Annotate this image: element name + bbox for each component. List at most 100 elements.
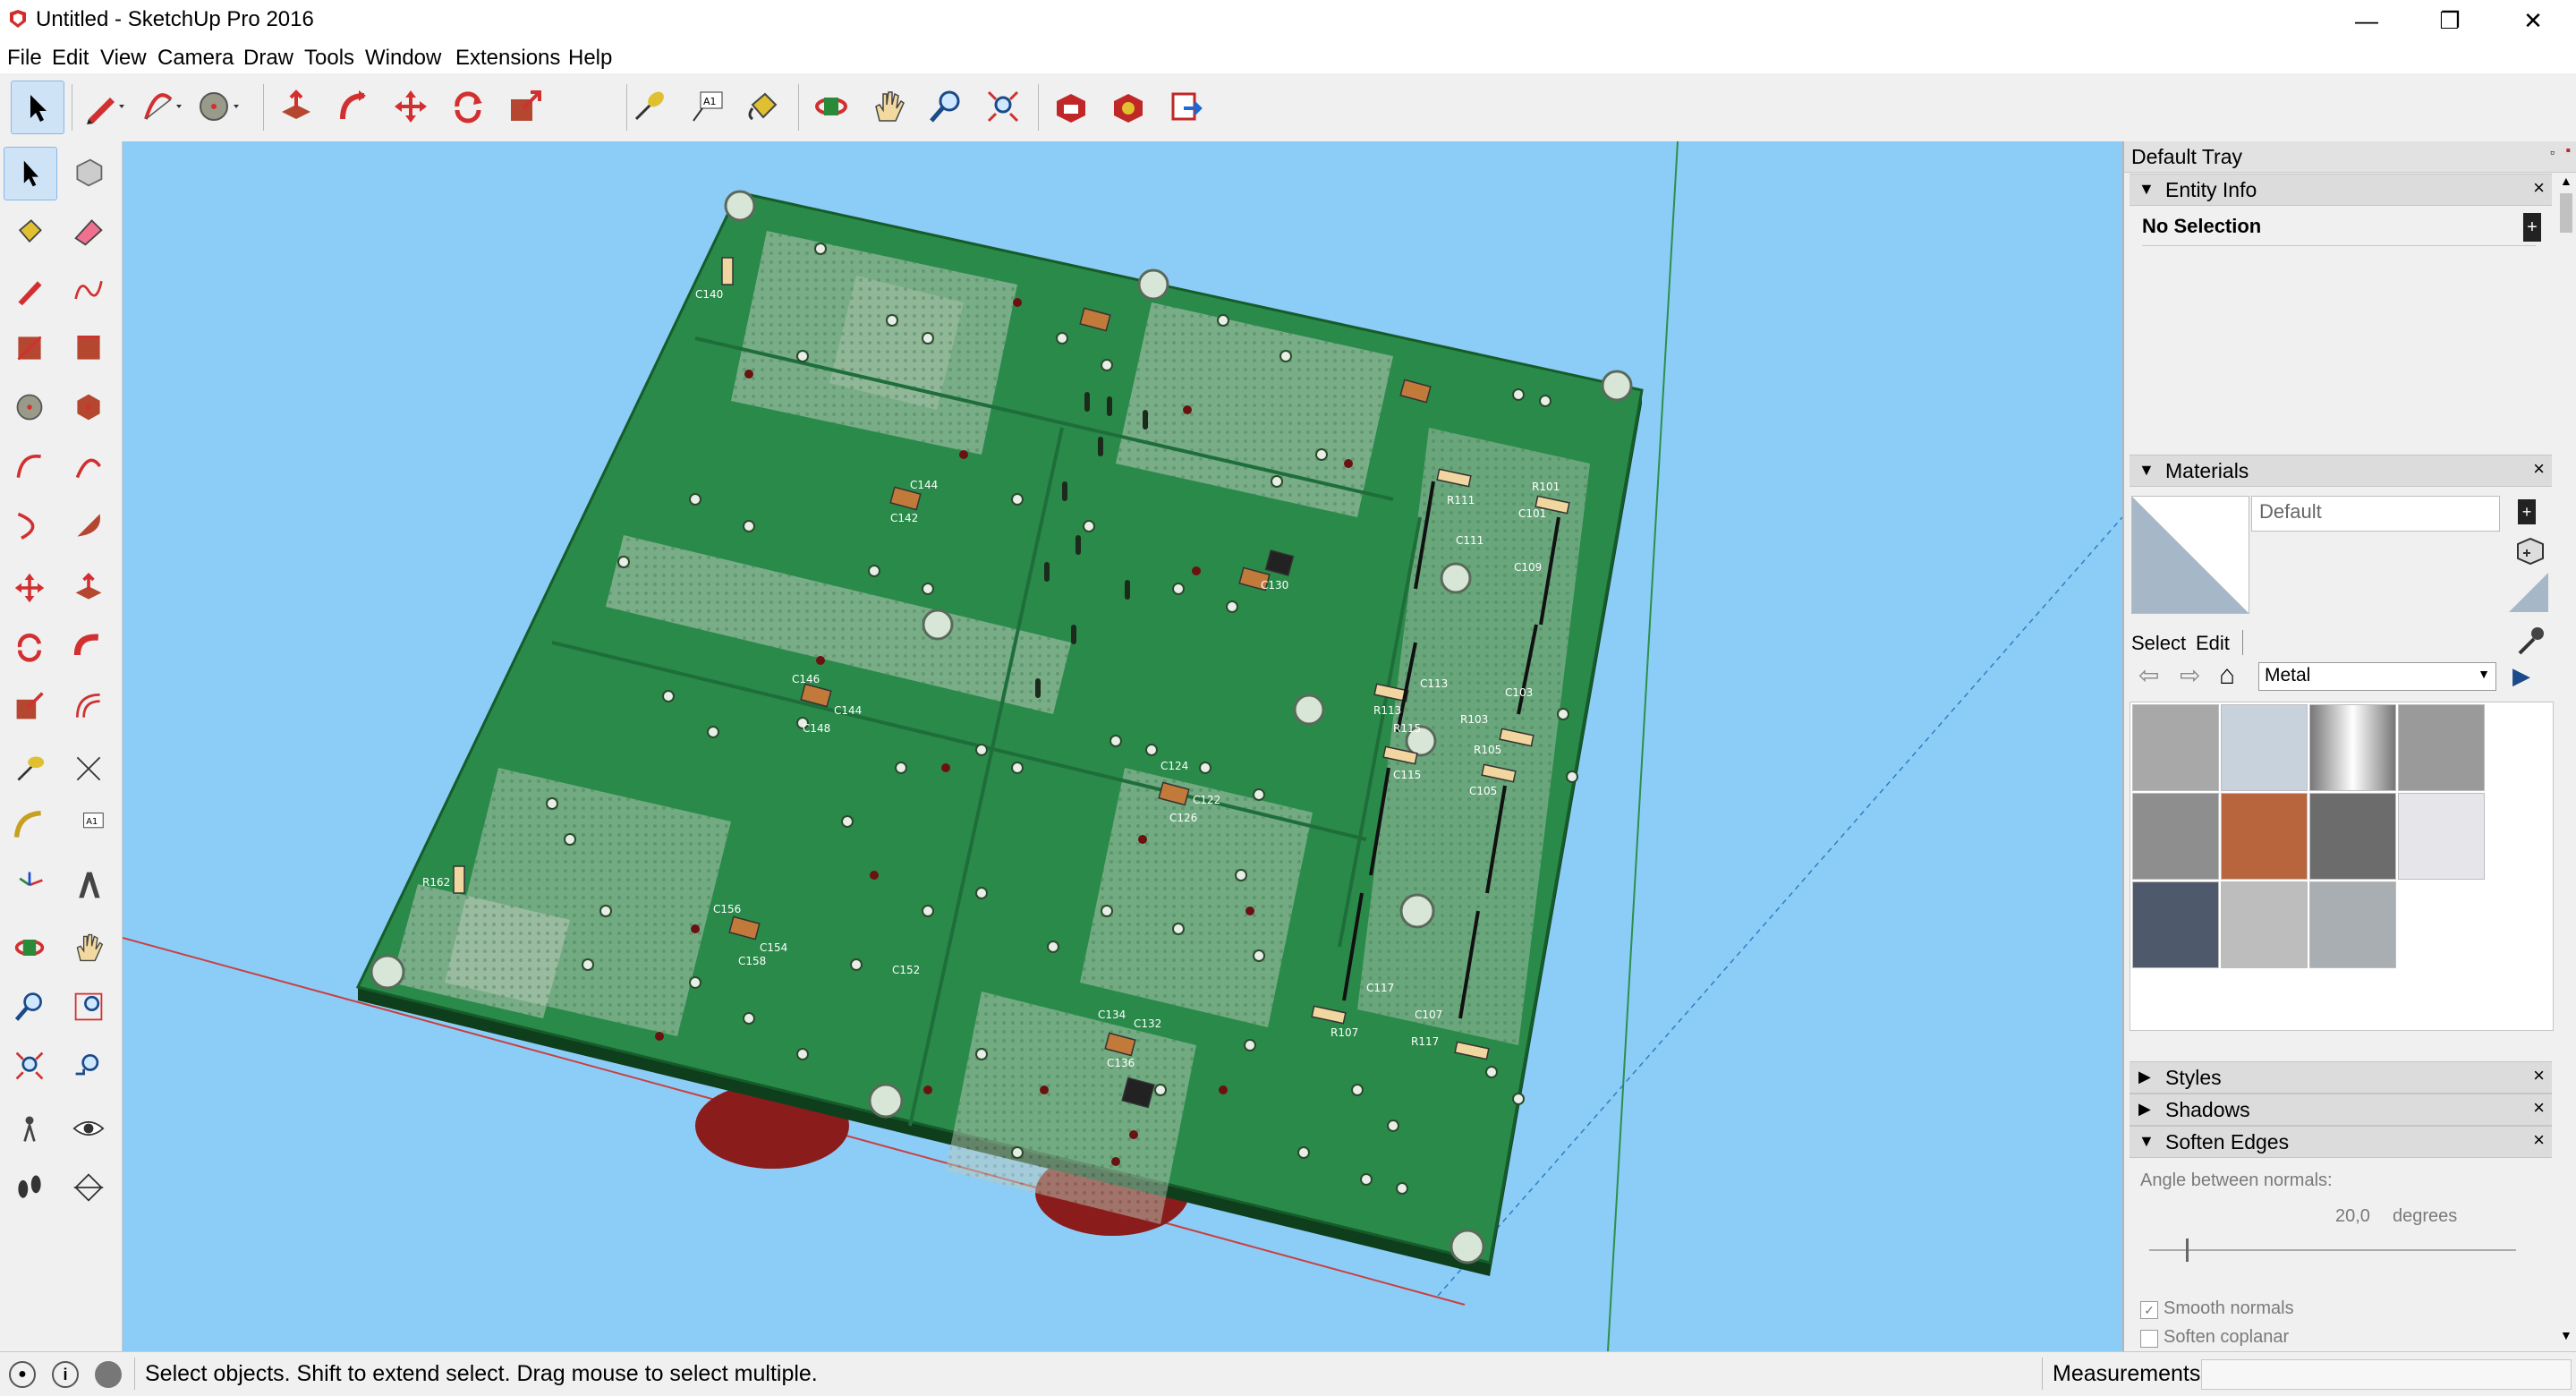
rotate-tool-button[interactable] — [442, 81, 494, 132]
left-rectangle-tool[interactable] — [4, 322, 55, 374]
left-tape-measure-tool[interactable] — [4, 743, 55, 795]
scrollbar-thumb[interactable] — [2560, 193, 2572, 233]
left-look-around-tool[interactable] — [63, 1102, 115, 1154]
material-library-select[interactable]: Metal ▼ — [2258, 662, 2496, 691]
left-offset-tool[interactable] — [63, 680, 115, 732]
material-swatch[interactable] — [2398, 793, 2485, 880]
material-swatch[interactable] — [2309, 793, 2396, 880]
materials-header[interactable]: ▼ Materials × — [2130, 455, 2552, 487]
close-icon[interactable]: × — [2533, 1064, 2545, 1087]
home-icon[interactable]: ⌂ — [2219, 660, 2235, 691]
material-swatch[interactable] — [2132, 704, 2219, 791]
details-arrow-icon[interactable]: ▶ — [2512, 662, 2530, 690]
left-line-tool[interactable] — [4, 265, 55, 317]
user-profile-icon[interactable] — [95, 1361, 122, 1388]
geo-location-icon[interactable]: ● — [9, 1361, 36, 1388]
menu-view[interactable]: View — [100, 46, 147, 71]
close-icon[interactable]: × — [2533, 457, 2545, 481]
left-move-tool[interactable] — [4, 562, 55, 614]
left-axes-tool[interactable] — [4, 859, 55, 911]
default-material-swatch-icon[interactable] — [2509, 573, 2548, 612]
follow-me-tool-button[interactable] — [327, 81, 379, 132]
left-orbit-tool[interactable] — [4, 922, 55, 974]
tray-pin-icon[interactable]: ▫ — [2550, 145, 2555, 159]
tray-close-icon[interactable]: ▪ — [2565, 143, 2571, 159]
close-icon[interactable]: × — [2533, 176, 2545, 200]
material-swatch[interactable] — [2221, 793, 2308, 880]
left-rotate-tool[interactable] — [4, 621, 55, 673]
left-component-tool[interactable] — [63, 147, 115, 199]
credits-info-icon[interactable]: i — [52, 1361, 79, 1388]
left-2point-arc-tool[interactable] — [63, 440, 115, 492]
left-select-tool[interactable] — [4, 147, 57, 200]
soften-coplanar-checkbox[interactable] — [2140, 1330, 2158, 1348]
material-swatch[interactable] — [2309, 704, 2396, 791]
select-tool-button[interactable] — [11, 81, 64, 134]
entity-details-toggle-icon[interactable]: + — [2523, 213, 2541, 242]
menu-tools[interactable]: Tools — [304, 46, 354, 71]
left-3d-text-tool[interactable] — [63, 859, 115, 911]
menu-draw[interactable]: Draw — [243, 46, 293, 71]
left-pan-tool[interactable] — [63, 922, 115, 974]
menu-file[interactable]: File — [7, 46, 42, 71]
menu-extensions[interactable]: Extensions — [455, 46, 560, 71]
measurements-input[interactable] — [2201, 1359, 2572, 1390]
material-swatch[interactable] — [2309, 881, 2396, 968]
menu-camera[interactable]: Camera — [157, 46, 234, 71]
left-protractor-tool[interactable] — [4, 800, 55, 852]
smooth-normals-checkbox[interactable]: ✓ — [2140, 1301, 2158, 1319]
material-swatch[interactable] — [2398, 704, 2485, 791]
display-secondary-pane-icon[interactable]: + — [2518, 499, 2536, 524]
left-eraser-tool[interactable] — [63, 206, 115, 258]
orbit-tool-button[interactable] — [805, 81, 857, 132]
paint-bucket-tool-button[interactable] — [737, 81, 789, 132]
left-position-camera-tool[interactable] — [4, 1102, 55, 1154]
left-section-plane-tool[interactable] — [63, 1162, 115, 1213]
restore-button[interactable]: ❐ — [2405, 0, 2495, 41]
material-swatch[interactable] — [2221, 704, 2308, 791]
layout-button[interactable] — [1160, 81, 1211, 132]
material-swatch[interactable] — [2132, 881, 2219, 968]
tape-measure-tool-button[interactable] — [623, 81, 675, 132]
left-walk-tool[interactable] — [4, 1162, 55, 1213]
left-3point-arc-tool[interactable] — [4, 499, 55, 551]
zoom-extents-tool-button[interactable] — [977, 81, 1029, 132]
back-arrow-icon[interactable]: ⇦ — [2138, 660, 2159, 690]
left-text-tool[interactable]: A1 — [63, 800, 115, 852]
left-arc-tool[interactable] — [4, 440, 55, 492]
left-zoom-window-tool[interactable] — [63, 981, 115, 1033]
scroll-up-icon[interactable]: ▲ — [2560, 174, 2572, 188]
left-follow-me-tool[interactable] — [63, 621, 115, 673]
pan-tool-button[interactable] — [863, 81, 914, 132]
left-polygon-tool[interactable] — [63, 381, 115, 433]
left-paint-tool[interactable] — [4, 206, 55, 258]
left-zoom-tool[interactable] — [4, 981, 55, 1033]
text-tool-button[interactable]: A1 — [680, 81, 732, 132]
push-pull-tool-button[interactable] — [270, 81, 322, 132]
tray-scrollbar[interactable]: ▲ ▼ — [2556, 174, 2576, 1346]
shadows-header[interactable]: ▶ Shadows × — [2130, 1094, 2552, 1126]
left-freehand-tool[interactable] — [63, 265, 115, 317]
soften-edges-header[interactable]: ▼ Soften Edges × — [2130, 1126, 2552, 1158]
left-previous-view-tool[interactable] — [63, 1040, 115, 1092]
create-material-icon[interactable] — [2514, 535, 2545, 566]
eyedropper-icon[interactable] — [2514, 625, 2546, 657]
arc-tool-button[interactable] — [136, 81, 188, 132]
menu-help[interactable]: Help — [568, 46, 612, 71]
move-tool-button[interactable] — [385, 81, 437, 132]
forward-arrow-icon[interactable]: ⇨ — [2180, 660, 2200, 690]
zoom-tool-button[interactable] — [920, 81, 972, 132]
extension-warehouse-button[interactable] — [1102, 81, 1154, 132]
menu-window[interactable]: Window — [365, 46, 441, 71]
angle-slider-track[interactable] — [2149, 1239, 2516, 1262]
left-circle-tool[interactable] — [4, 381, 55, 433]
model-viewport[interactable]: C140 R162 C152 C156 C154 C158 C146 C144 … — [123, 141, 2122, 1351]
left-push-pull-tool[interactable] — [63, 562, 115, 614]
minimize-button[interactable]: — — [2322, 0, 2411, 41]
material-swatch[interactable] — [2221, 881, 2308, 968]
close-icon[interactable]: × — [2533, 1128, 2545, 1152]
pencil-tool-button[interactable] — [79, 81, 131, 132]
menu-edit[interactable]: Edit — [52, 46, 89, 71]
left-scale-tool[interactable] — [4, 680, 55, 732]
scale-tool-button[interactable] — [499, 81, 551, 132]
